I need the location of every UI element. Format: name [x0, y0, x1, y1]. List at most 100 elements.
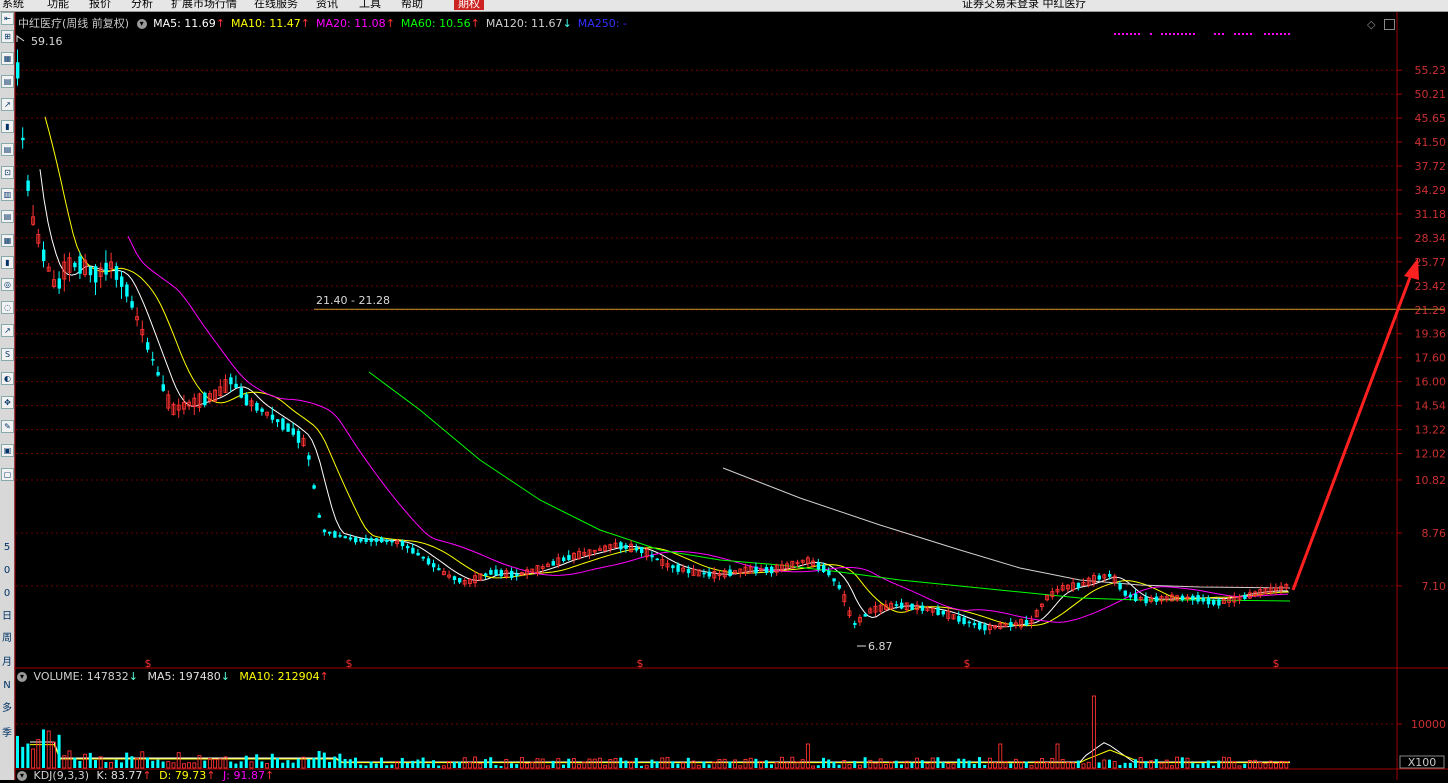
toolbar-tool-icon[interactable]: S — [1, 348, 14, 361]
dividend-marker[interactable]: $ — [346, 657, 353, 670]
toolbar-tool-icon[interactable]: ▮ — [1, 256, 14, 269]
period-button[interactable]: N — [1, 680, 13, 692]
toolbar-tool-icon[interactable]: ⇤ — [1, 12, 14, 25]
candle-body — [312, 485, 316, 489]
volume-bar — [894, 760, 898, 768]
menu-item[interactable]: 报价 — [89, 0, 111, 10]
toolbar-tool-icon[interactable]: ▮ — [1, 120, 14, 133]
volume-bar — [1201, 763, 1205, 768]
volume-bar — [458, 761, 461, 768]
dividend-marker[interactable]: $ — [145, 657, 152, 670]
volume-bar — [868, 759, 873, 769]
ma-trend-arrow: ↑ — [215, 17, 226, 30]
toolbar-tool-icon[interactable]: ▦ — [1, 52, 14, 65]
menu-item[interactable]: 资讯 — [316, 0, 338, 10]
volume-bar — [603, 764, 608, 769]
menu-item[interactable]: 在线服务 — [254, 0, 298, 10]
volume-bar — [1196, 764, 1200, 768]
volume-bar — [1191, 762, 1195, 768]
volume-bar — [296, 758, 300, 768]
volume-bar — [978, 757, 981, 768]
volume-bar — [1118, 764, 1122, 768]
menu-item[interactable]: 期权 — [454, 0, 484, 10]
window-icon[interactable] — [1384, 19, 1395, 30]
toolbar-tool-icon[interactable]: ▦ — [1, 234, 14, 247]
menu-item[interactable]: 扩展市场行情 — [171, 0, 237, 10]
candle-body — [270, 414, 275, 420]
toolbar-tool-icon[interactable]: ▤ — [1, 210, 14, 223]
volume-bar — [556, 758, 561, 769]
toolbar-tool-icon[interactable]: ↗ — [1, 324, 14, 337]
menu-item[interactable]: 工具 — [359, 0, 381, 10]
volume-ma10-arrow: ↑ — [319, 670, 329, 683]
volume-bar — [1102, 759, 1107, 769]
toolbar-tool-icon[interactable]: ▤ — [1, 75, 14, 88]
menu-item[interactable]: 分析 — [131, 0, 153, 10]
toolbar-tool-icon[interactable]: ▥ — [1, 188, 14, 201]
toolbar-tool-icon[interactable]: ⊡ — [1, 166, 14, 179]
volume-bar — [312, 757, 316, 768]
candle-body — [562, 557, 566, 561]
volume-bar — [644, 764, 649, 769]
volume-bar — [390, 764, 394, 768]
toolbar-tool-icon[interactable]: ◌ — [1, 301, 14, 314]
volume-bar — [504, 758, 509, 769]
candle-body — [296, 430, 301, 443]
price-tick-label: 50.21 — [1415, 88, 1447, 101]
toolbar-tool-icon[interactable]: ⊞ — [1, 30, 14, 43]
candle-body — [515, 573, 519, 577]
volume-bars — [16, 695, 1289, 769]
ma-legend-item: MA5: 11.69↑ — [153, 17, 226, 30]
period-button[interactable]: 月 — [1, 657, 13, 669]
candle-body — [276, 419, 280, 423]
volume-bar — [816, 765, 820, 768]
kline-chart[interactable]: 55.23 50.21 45.65 41.50 37.72 34.29 31.18 28.34… — [14, 12, 1448, 780]
collapse-icon[interactable]: ▾ — [17, 672, 27, 682]
menu-item[interactable]: 功能 — [47, 0, 69, 10]
dividend-marker[interactable]: $ — [1273, 657, 1280, 670]
candle-body — [510, 570, 514, 578]
toolbar-tool-icon[interactable]: ✎ — [1, 420, 14, 433]
menu-item[interactable]: 系统 — [2, 0, 24, 10]
toolbar-tool-icon[interactable]: ▤ — [1, 143, 14, 156]
candle-body — [458, 577, 462, 583]
menu-item[interactable]: 帮助 — [401, 0, 423, 10]
period-button[interactable]: 5 — [1, 542, 13, 554]
period-button[interactable]: 0 — [1, 565, 13, 577]
toolbar-tool-icon[interactable]: ↗ — [1, 98, 14, 111]
period-button[interactable]: 0 — [1, 588, 13, 600]
volume-bar — [827, 759, 831, 768]
volume-bar — [1206, 760, 1210, 768]
toolbar-tool-icon[interactable]: ▢ — [1, 468, 14, 481]
toolbar-tool-icon[interactable]: ✥ — [1, 396, 14, 409]
period-button[interactable]: 日 — [1, 611, 13, 623]
dividend-marker[interactable]: $ — [964, 657, 971, 670]
period-button[interactable]: 多 — [1, 703, 13, 715]
volume-bar — [270, 753, 274, 768]
volume-bar — [562, 764, 565, 768]
volume-bar — [993, 762, 998, 769]
price-tick-label: 25.77 — [1415, 256, 1447, 269]
period-button[interactable]: 季 — [1, 728, 13, 740]
toolbar-tool-icon[interactable]: ◎ — [1, 278, 14, 291]
volume-bar — [962, 758, 966, 768]
dividend-marker[interactable]: $ — [637, 657, 644, 670]
volume-bar — [728, 761, 732, 768]
volume-bar — [46, 730, 51, 769]
toolbar-tool-icon[interactable]: ▣ — [1, 444, 14, 457]
price-tick-label: 31.18 — [1415, 208, 1447, 221]
kdj-d: D: 79.73 — [159, 769, 207, 782]
diamond-icon[interactable]: ◇ — [1367, 18, 1375, 31]
volume-bar — [774, 762, 779, 769]
toolbar-tool-icon[interactable]: ◐ — [1, 372, 14, 385]
volume-bar — [437, 765, 441, 768]
period-button[interactable]: 周 — [1, 633, 13, 645]
candle-body — [42, 249, 46, 262]
volume-bar — [577, 763, 582, 769]
collapse-icon[interactable]: ▾ — [136, 19, 147, 29]
app-title: 证券交易未登录 中红医疗 — [962, 0, 1087, 10]
volume-bar — [26, 743, 30, 768]
ma-trend-arrow: ↓ — [562, 17, 572, 30]
volume-bar — [1258, 761, 1263, 769]
candle-body — [822, 564, 826, 573]
